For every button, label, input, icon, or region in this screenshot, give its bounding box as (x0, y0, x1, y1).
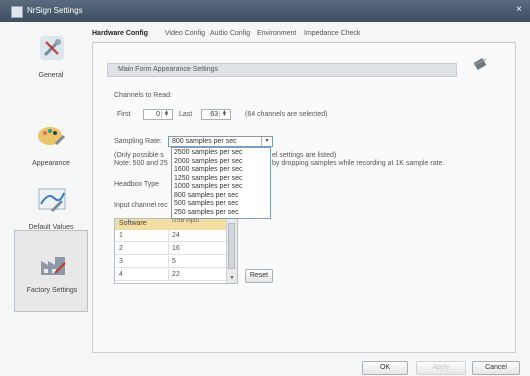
first-channel-spinner[interactable]: 0 ▲ ▼ (143, 109, 173, 120)
sidebar: General Appearance Default Values Factor… (14, 24, 88, 354)
column-divider (168, 243, 169, 255)
note-line-2b: by dropping samples while recording at 1… (272, 160, 445, 167)
section-title: Main Form Appearance Settings (118, 66, 218, 73)
spinner-arrows-icon[interactable]: ▲ ▼ (219, 110, 229, 118)
last-channel-value: 63 (210, 111, 218, 118)
table-row[interactable]: 3 5 (115, 256, 227, 268)
table-header: Software USB input (115, 218, 227, 230)
channel-mapping-table: Software USB input 1 24 2 16 3 5 4 22 ▼ (114, 218, 238, 284)
app-icon (11, 6, 23, 18)
table-cell[interactable]: 22 (172, 271, 180, 278)
ok-button[interactable]: OK (362, 361, 408, 375)
tab-impedance-check[interactable]: Impedance Check (304, 30, 360, 37)
table-cell: 1 (119, 232, 123, 239)
table-cell[interactable]: 5 (172, 258, 176, 265)
channels-note: (64 channels are selected) (245, 111, 328, 118)
reset-button[interactable]: Reset (245, 269, 273, 283)
tab-video-config[interactable]: Video Config (165, 30, 205, 37)
tab-audio-config[interactable]: Audio Config (210, 30, 250, 37)
sidebar-item-appearance[interactable]: Appearance (14, 112, 88, 178)
chip-icon (473, 58, 487, 70)
note-line-2a: Note: 500 and 25 (114, 160, 168, 167)
table-cell: 4 (119, 271, 123, 278)
note-line-1b: el settings are listed) (272, 152, 337, 159)
paint-palette-icon (38, 127, 66, 146)
sampling-rate-dropdown: 2500 samples per sec 2000 samples per se… (171, 147, 271, 219)
column-divider (168, 256, 169, 268)
last-channel-spinner[interactable]: 63 ▲ ▼ (201, 109, 231, 120)
scroll-down-icon[interactable]: ▼ (227, 274, 237, 282)
sidebar-item-label: Appearance (32, 160, 70, 167)
sampling-rate-label: Sampling Rate: (114, 138, 162, 145)
table-row[interactable]: 2 16 (115, 243, 227, 255)
sampling-rate-select[interactable]: 800 samples per sec ▼ (168, 136, 273, 147)
note-line-1a: (Only possible s (114, 152, 164, 159)
column-header-software: Software (119, 220, 147, 227)
tab-environment[interactable]: Environment (257, 30, 296, 37)
tools-icon (40, 36, 64, 60)
apply-button[interactable]: Apply (416, 361, 466, 375)
table-cell: 2 (119, 245, 123, 252)
chart-icon (38, 188, 66, 213)
channels-label: Channels to Read: (114, 92, 172, 99)
sampling-option[interactable]: 250 samples per sec (174, 208, 268, 217)
first-channel-value: 0 (156, 111, 160, 118)
close-icon[interactable]: × (512, 3, 526, 17)
column-divider (168, 230, 169, 242)
sidebar-item-factory-settings[interactable]: Factory Settings (14, 230, 88, 312)
spinner-arrows-icon[interactable]: ▲ ▼ (161, 110, 171, 118)
table-row[interactable]: 1 24 (115, 230, 227, 242)
factory-icon (41, 257, 66, 275)
table-cell[interactable]: 16 (172, 245, 180, 252)
column-divider (168, 269, 169, 281)
sidebar-item-general[interactable]: General (14, 24, 88, 90)
tab-hardware-config[interactable]: Hardware Config (92, 30, 148, 37)
headbox-type-label: Headbox Type (114, 181, 160, 188)
title-bar: NrSign Settings × (0, 0, 530, 22)
first-label: First (117, 111, 131, 118)
tab-panel (92, 43, 516, 353)
table-scrollbar[interactable]: ▼ (226, 219, 237, 283)
table-cell: 3 (119, 258, 123, 265)
sidebar-item-label: Factory Settings (26, 287, 78, 294)
sampling-rate-value: 800 samples per sec (172, 138, 237, 145)
window-title: NrSign Settings (27, 6, 83, 15)
scrollbar-thumb[interactable] (228, 223, 235, 269)
table-cell[interactable]: 24 (172, 232, 180, 239)
chevron-down-icon[interactable]: ▼ (261, 137, 272, 146)
sidebar-item-label: General (38, 72, 64, 79)
table-row[interactable]: 4 22 (115, 269, 227, 281)
last-label: Last (179, 111, 193, 118)
section-header: Main Form Appearance Settings (107, 63, 457, 77)
input-channel-label: Input channel rec (114, 202, 168, 209)
settings-window: NrSign Settings × General Appearance Def… (0, 0, 530, 376)
cancel-button[interactable]: Cancel (472, 361, 520, 375)
